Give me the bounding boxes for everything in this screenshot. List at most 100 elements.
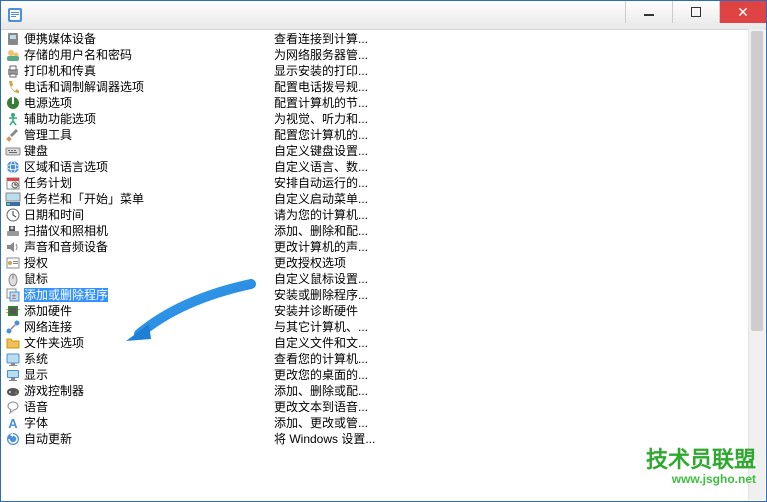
add-remove-programs-icon: ± — [5, 287, 21, 303]
list-item[interactable]: 网络连接与其它计算机、... — [3, 319, 764, 335]
list-item[interactable]: 存储的用户名和密码为网络服务器管... — [3, 47, 764, 63]
item-description: 添加、删除或配... — [274, 383, 368, 399]
item-name: 网络连接 — [24, 319, 274, 335]
item-description: 安排自动运行的... — [274, 175, 368, 191]
mouse-icon — [5, 271, 21, 287]
item-name: 添加硬件 — [24, 303, 274, 319]
item-name: 电话和调制解调器选项 — [24, 79, 274, 95]
list-item[interactable]: 日期和时间请为您的计算机... — [3, 207, 764, 223]
item-description: 显示安装的打印... — [274, 63, 368, 79]
item-description: 配置电话拨号规... — [274, 79, 368, 95]
phone-icon — [5, 79, 21, 95]
list-item[interactable]: 授权更改授权选项 — [3, 255, 764, 271]
item-description: 将 Windows 设置... — [274, 431, 375, 447]
item-name: 游戏控制器 — [24, 383, 274, 399]
svg-text:A: A — [8, 416, 18, 431]
app-icon — [7, 7, 23, 23]
window: ✕ 便携媒体设备查看连接到计算...存储的用户名和密码为网络服务器管...打印机… — [0, 0, 767, 502]
list-item[interactable]: 打印机和传真显示安装的打印... — [3, 63, 764, 79]
clock-icon — [5, 207, 21, 223]
list-item[interactable]: 辅助功能选项为视觉、听力和... — [3, 111, 764, 127]
list-item[interactable]: 任务栏和「开始」菜单自定义启动菜单... — [3, 191, 764, 207]
item-name: 添加或删除程序 — [24, 287, 274, 303]
list-item[interactable]: 区域和语言选项自定义语言、数... — [3, 159, 764, 175]
minimize-button[interactable] — [625, 1, 672, 23]
maximize-button[interactable] — [672, 1, 719, 23]
item-description: 自定义文件和文... — [274, 335, 368, 351]
font-icon: A — [5, 415, 21, 431]
folder-icon — [5, 335, 21, 351]
update-icon — [5, 431, 21, 447]
item-description: 自定义键盘设置... — [274, 143, 368, 159]
list-item[interactable]: 语音更改文本到语音... — [3, 399, 764, 415]
item-description: 为网络服务器管... — [274, 47, 368, 63]
close-button[interactable]: ✕ — [719, 1, 766, 23]
game-icon — [5, 383, 21, 399]
item-description: 更改文本到语音... — [274, 399, 368, 415]
item-name: 日期和时间 — [24, 207, 274, 223]
control-panel-list: 便携媒体设备查看连接到计算...存储的用户名和密码为网络服务器管...打印机和传… — [1, 29, 766, 449]
list-item[interactable]: A字体添加、更改或管... — [3, 415, 764, 431]
list-item[interactable]: 显示更改您的桌面的... — [3, 367, 764, 383]
list-item[interactable]: 电源选项配置计算机的节... — [3, 95, 764, 111]
power-icon — [5, 95, 21, 111]
item-description: 添加、删除和配... — [274, 223, 368, 239]
list-item[interactable]: 管理工具配置您计算机的... — [3, 127, 764, 143]
taskbar-icon — [5, 191, 21, 207]
item-name: 语音 — [24, 399, 274, 415]
item-name: 系统 — [24, 351, 274, 367]
item-name: 键盘 — [24, 143, 274, 159]
item-name: 存储的用户名和密码 — [24, 47, 274, 63]
item-description: 安装或删除程序... — [274, 287, 368, 303]
item-name: 任务栏和「开始」菜单 — [24, 191, 274, 207]
item-description: 配置您计算机的... — [274, 127, 368, 143]
accessibility-icon — [5, 111, 21, 127]
list-item[interactable]: 添加硬件安装并诊断硬件 — [3, 303, 764, 319]
item-description: 配置计算机的节... — [274, 95, 368, 111]
item-name: 声音和音频设备 — [24, 239, 274, 255]
item-description: 更改您的桌面的... — [274, 367, 368, 383]
scrollbar-track[interactable] — [748, 29, 765, 500]
list-item[interactable]: 便携媒体设备查看连接到计算... — [3, 31, 764, 47]
content-pane: 便携媒体设备查看连接到计算...存储的用户名和密码为网络服务器管...打印机和传… — [1, 29, 766, 501]
item-description: 请为您的计算机... — [274, 207, 368, 223]
system-icon — [5, 351, 21, 367]
list-item[interactable]: 游戏控制器添加、删除或配... — [3, 383, 764, 399]
users-icon — [5, 47, 21, 63]
list-item[interactable]: 鼠标自定义鼠标设置... — [3, 271, 764, 287]
list-item[interactable]: 系统查看您的计算机... — [3, 351, 764, 367]
item-description: 自定义鼠标设置... — [274, 271, 368, 287]
item-name: 自动更新 — [24, 431, 274, 447]
item-name: 任务计划 — [24, 175, 274, 191]
list-item[interactable]: 电话和调制解调器选项配置电话拨号规... — [3, 79, 764, 95]
list-item[interactable]: 扫描仪和照相机添加、删除和配... — [3, 223, 764, 239]
list-item[interactable]: 键盘自定义键盘设置... — [3, 143, 764, 159]
list-item[interactable]: ± 添加或删除程序安装或删除程序... — [3, 287, 764, 303]
item-name: 字体 — [24, 415, 274, 431]
schedule-icon — [5, 175, 21, 191]
network-icon — [5, 319, 21, 335]
item-name: 显示 — [24, 367, 274, 383]
item-description: 更改授权选项 — [274, 255, 346, 271]
list-item[interactable]: 任务计划安排自动运行的... — [3, 175, 764, 191]
list-item[interactable]: 自动更新将 Windows 设置... — [3, 431, 764, 447]
item-name: 文件夹选项 — [24, 335, 274, 351]
item-name: 区域和语言选项 — [24, 159, 274, 175]
item-description: 自定义语言、数... — [274, 159, 368, 175]
scanner-icon — [5, 223, 21, 239]
item-name: 扫描仪和照相机 — [24, 223, 274, 239]
hardware-icon — [5, 303, 21, 319]
list-item[interactable]: 文件夹选项自定义文件和文... — [3, 335, 764, 351]
item-description: 查看连接到计算... — [274, 31, 368, 47]
keyboard-icon — [5, 143, 21, 159]
list-item[interactable]: 声音和音频设备更改计算机的声... — [3, 239, 764, 255]
svg-text:±: ± — [12, 292, 17, 301]
item-name: 便携媒体设备 — [24, 31, 274, 47]
display-icon — [5, 367, 21, 383]
item-name: 辅助功能选项 — [24, 111, 274, 127]
item-description: 安装并诊断硬件 — [274, 303, 358, 319]
sound-icon — [5, 239, 21, 255]
item-description: 更改计算机的声... — [274, 239, 368, 255]
scrollbar-thumb[interactable] — [751, 31, 763, 331]
item-name: 打印机和传真 — [24, 63, 274, 79]
